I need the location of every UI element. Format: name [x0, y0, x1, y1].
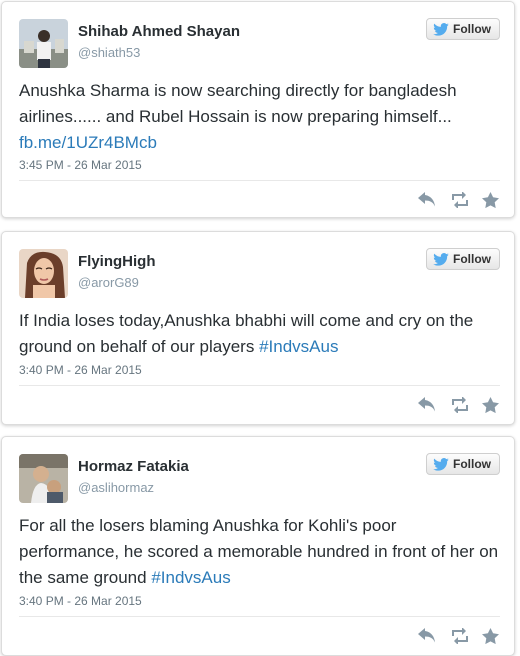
user-handle[interactable]: @aslihormaz [78, 480, 154, 495]
tweet-body: For all the losers blaming Anushka for K… [19, 516, 499, 587]
tweet-actions [418, 396, 500, 414]
tweet-text: Anushka Sharma is now searching directly… [19, 78, 500, 156]
reply-icon[interactable] [418, 397, 436, 413]
follow-button[interactable]: Follow [426, 18, 500, 40]
divider [19, 180, 500, 181]
display-name[interactable]: Shihab Ahmed Shayan [78, 23, 240, 40]
avatar[interactable] [19, 249, 68, 298]
tweet-text: If India loses today,Anushka bhabhi will… [19, 308, 500, 360]
display-name[interactable]: FlyingHigh [78, 253, 156, 270]
user-handle[interactable]: @shiath53 [78, 45, 140, 60]
reply-icon[interactable] [418, 192, 436, 208]
follow-label: Follow [453, 252, 491, 266]
hashtag-link[interactable]: #IndvsAus [151, 568, 230, 587]
follow-label: Follow [453, 457, 491, 471]
tweet-actions [418, 627, 500, 645]
tweet-body: If India loses today,Anushka bhabhi will… [19, 311, 474, 356]
retweet-icon[interactable] [450, 396, 468, 414]
favorite-icon[interactable] [482, 397, 500, 414]
avatar[interactable] [19, 454, 68, 503]
tweet-card: Shihab Ahmed Shayan @shiath53 Follow Anu… [1, 1, 515, 218]
retweet-icon[interactable] [450, 191, 468, 209]
follow-label: Follow [453, 22, 491, 36]
user-handle[interactable]: @arorG89 [78, 275, 139, 290]
avatar[interactable] [19, 19, 68, 68]
timestamp[interactable]: 3:40 PM - 26 Mar 2015 [19, 363, 142, 377]
reply-icon[interactable] [418, 628, 436, 644]
hashtag-link[interactable]: #IndvsAus [259, 337, 338, 356]
twitter-bird-icon [433, 22, 449, 36]
tweet-link[interactable]: fb.me/1UZr4BMcb [19, 133, 157, 152]
timestamp[interactable]: 3:45 PM - 26 Mar 2015 [19, 158, 142, 172]
tweet-text: For all the losers blaming Anushka for K… [19, 513, 500, 591]
twitter-bird-icon [433, 457, 449, 471]
divider [19, 385, 500, 386]
twitter-bird-icon [433, 252, 449, 266]
divider [19, 616, 500, 617]
follow-button[interactable]: Follow [426, 453, 500, 475]
favorite-icon[interactable] [482, 628, 500, 645]
display-name[interactable]: Hormaz Fatakia [78, 458, 189, 475]
tweet-actions [418, 191, 500, 209]
tweet-body: Anushka Sharma is now searching directly… [19, 81, 457, 126]
retweet-icon[interactable] [450, 627, 468, 645]
timestamp[interactable]: 3:40 PM - 26 Mar 2015 [19, 594, 142, 608]
tweet-card: FlyingHigh @arorG89 Follow If India lose… [1, 231, 515, 425]
favorite-icon[interactable] [482, 192, 500, 209]
tweet-card: Hormaz Fatakia @aslihormaz Follow For al… [1, 436, 515, 656]
follow-button[interactable]: Follow [426, 248, 500, 270]
